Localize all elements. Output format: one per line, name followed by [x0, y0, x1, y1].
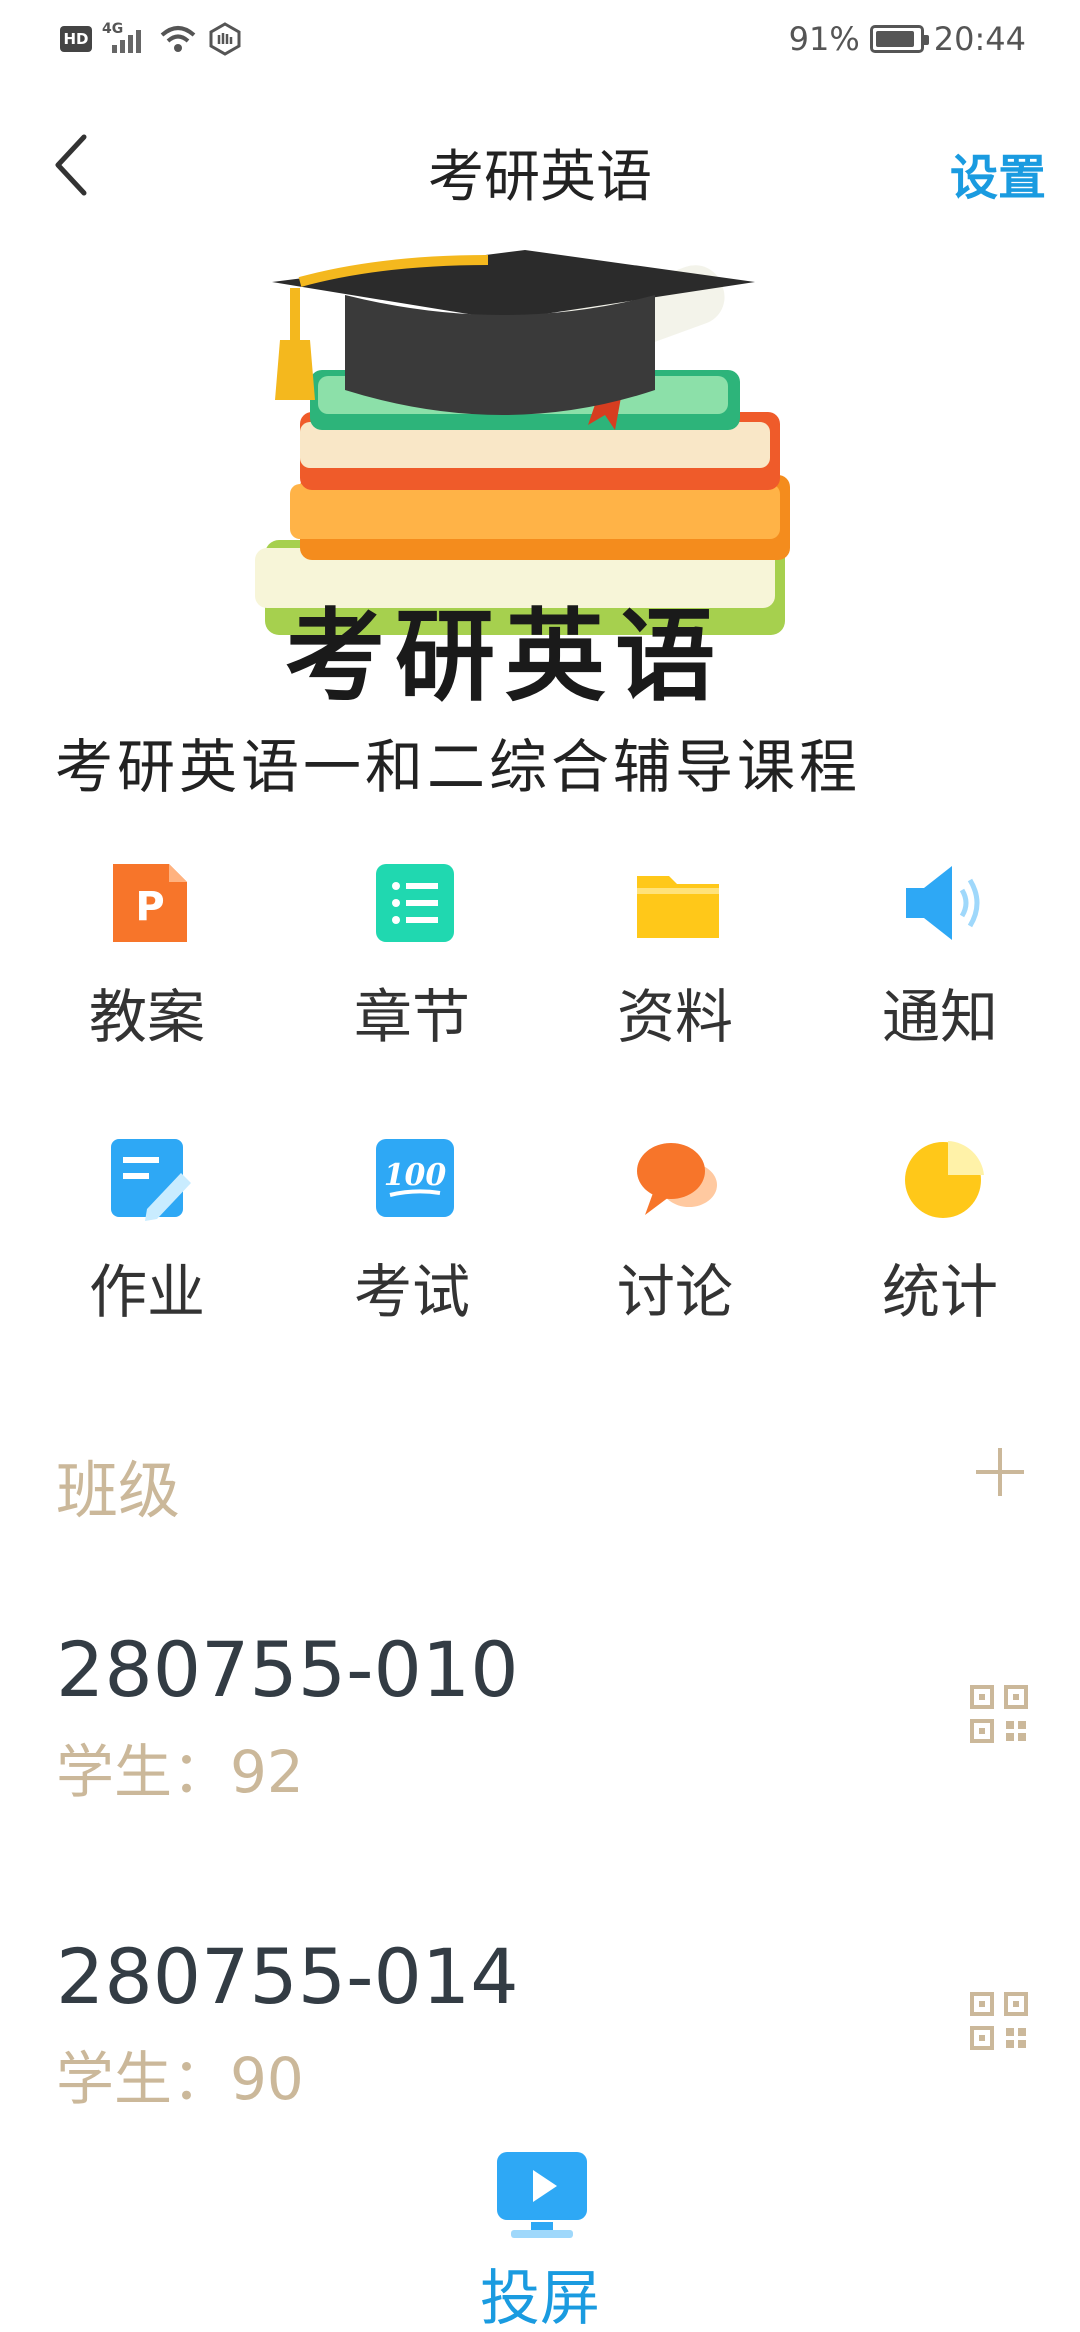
speaker-icon [906, 866, 980, 940]
battery-percent: 91% [788, 20, 860, 58]
banner-subtitle: 考研英语一和二综合辅导课程 [55, 733, 862, 801]
signal-bars [112, 30, 141, 53]
svg-text:100: 100 [384, 1158, 447, 1193]
score-100-icon: 100 [376, 1139, 454, 1217]
edit-icon [111, 1139, 191, 1221]
cast-label: 投屏 [480, 2264, 600, 2332]
class-list-item[interactable]: 280755-014 学生：90 [0, 1932, 1080, 2162]
grid-item-chapters[interactable]: 章节 [277, 860, 547, 1080]
clock: 20:44 [933, 20, 1026, 58]
status-bar: HD 4G 91% 20:44 [0, 0, 1080, 80]
grid-item-homework[interactable]: 作业 [12, 1135, 282, 1355]
grid-label-notice: 通知 [881, 983, 998, 1051]
hand-icon [209, 22, 241, 56]
course-banner: 考研英语 考研英语一和二综合辅导课程 [0, 240, 1080, 810]
class-section-header: 班级 [0, 1430, 1080, 1527]
grid-item-notice[interactable]: 通知 [805, 860, 1075, 1080]
qr-code-icon[interactable] [970, 1685, 1028, 1743]
grid-item-lesson-plan[interactable]: P 教案 [12, 860, 282, 1080]
class-id: 280755-010 [56, 1625, 519, 1714]
svg-text:P: P [135, 884, 164, 930]
hd-icon: HD [60, 26, 92, 52]
add-class-button[interactable] [970, 1442, 1030, 1502]
screen-cast-icon [497, 2152, 587, 2238]
cast-screen-button[interactable]: 投屏 [0, 2150, 1080, 2332]
grid-label-homework: 作业 [88, 1258, 205, 1326]
folder-icon [637, 876, 719, 938]
class-list-item[interactable]: 280755-010 学生：92 [0, 1625, 1080, 1855]
grid-label-discussion: 讨论 [616, 1258, 733, 1326]
class-student-count: 学生：92 [56, 1738, 304, 1806]
grid-item-statistics[interactable]: 统计 [805, 1135, 1075, 1355]
chat-icon [637, 1143, 717, 1215]
class-student-count: 学生：90 [56, 2045, 304, 2113]
banner-title: 考研英语 [285, 597, 725, 715]
wifi-icon [160, 26, 196, 52]
grid-label-chapters: 章节 [353, 983, 470, 1051]
grid-item-exam[interactable]: 100 考试 [277, 1135, 547, 1355]
class-id: 280755-014 [56, 1932, 519, 2021]
pie-chart-icon [905, 1141, 984, 1218]
page-title: 考研英语 [428, 145, 652, 210]
list-icon [376, 864, 454, 942]
grid-label-lesson-plan: 教案 [88, 983, 205, 1051]
battery-icon [869, 25, 929, 53]
grid-item-materials[interactable]: 资料 [540, 860, 810, 1080]
grid-label-exam: 考试 [353, 1258, 470, 1326]
grid-item-discussion[interactable]: 讨论 [540, 1135, 810, 1355]
grid-label-materials: 资料 [616, 983, 733, 1051]
ppt-icon: P [113, 864, 187, 942]
grid-label-statistics: 统计 [881, 1258, 998, 1326]
header: 考研英语 设置 [0, 110, 1080, 220]
qr-code-icon[interactable] [970, 1992, 1028, 2050]
status-right: 91% 20:44 [789, 20, 1026, 58]
signal-icon: 4G [102, 21, 148, 55]
status-left: HD 4G [60, 21, 242, 56]
settings-button[interactable]: 设置 [950, 138, 1046, 208]
class-section-title: 班级 [56, 1454, 181, 1527]
